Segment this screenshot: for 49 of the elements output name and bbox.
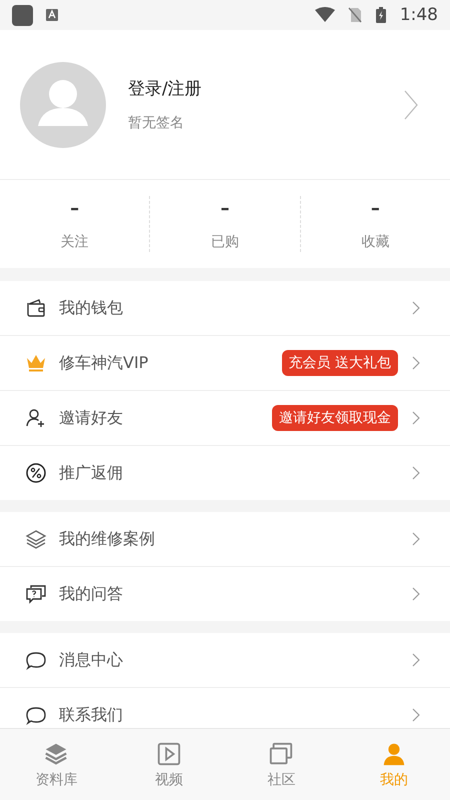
menu-item[interactable]: 我的问答 — [0, 567, 450, 621]
chevron-icon — [412, 587, 420, 601]
chevron-icon — [412, 356, 420, 370]
promo-badge[interactable]: 充会员 送大礼包 — [282, 350, 398, 376]
stat-value: – — [220, 198, 230, 218]
chevron-icon — [412, 301, 420, 315]
promo-badge[interactable]: 邀请好友领取现金 — [272, 405, 398, 431]
menu-label: 我的维修案例 — [59, 528, 155, 550]
add-person-icon — [25, 407, 47, 429]
menu-label: 我的钱包 — [59, 298, 123, 318]
wallet-icon — [25, 297, 47, 319]
clock-time: 1:48 — [400, 5, 438, 25]
chevron-icon — [412, 411, 420, 425]
stat-value: – — [70, 198, 80, 218]
stat-label[interactable]: 关注 — [60, 232, 89, 250]
menu-label: 我的问答 — [59, 584, 123, 604]
stat-label[interactable]: 收藏 — [361, 232, 390, 250]
login-register-link[interactable]: 登录/注册 — [128, 77, 404, 100]
stat-label[interactable]: 已购 — [210, 232, 239, 250]
chevron-icon — [412, 708, 420, 722]
menu-item[interactable]: 我的维修案例 — [0, 512, 450, 567]
avatar-icon[interactable] — [20, 62, 106, 148]
menu-label: 消息中心 — [59, 650, 123, 670]
menu-item[interactable]: 推广返佣 — [0, 446, 450, 500]
battery-icon — [374, 7, 388, 23]
chevron-icon — [412, 653, 420, 667]
menu-label: 推广返佣 — [59, 462, 123, 484]
menu-item[interactable]: 消息中心 — [0, 633, 450, 688]
menu-item[interactable]: 邀请好友 邀请好友领取现金 — [0, 391, 450, 446]
chevron-icon — [412, 532, 420, 546]
menu-item[interactable]: 修车神汽VIP 充会员 送大礼包 — [0, 336, 450, 391]
stat-value: – — [370, 198, 380, 218]
chevron-icon — [412, 466, 420, 480]
wifi-icon — [314, 7, 336, 23]
chevron-icon[interactable] — [404, 90, 418, 120]
no-sim-icon — [348, 7, 362, 23]
menu-item[interactable]: 我的钱包 — [0, 281, 450, 336]
menu-label: 邀请好友 — [59, 408, 123, 428]
menu-label: 联系我们 — [59, 704, 123, 726]
percent-icon — [25, 462, 47, 484]
keyboard-icon — [45, 7, 59, 23]
app-icon — [12, 4, 33, 26]
window-icon — [268, 740, 294, 766]
play-icon — [156, 740, 182, 766]
menu-item[interactable]: 联系我们 — [0, 688, 450, 728]
menu-label: 修车神汽VIP — [59, 352, 148, 374]
question-chat-icon — [25, 583, 47, 605]
layers-icon — [25, 528, 47, 550]
signature-text: 暂无签名 — [128, 114, 185, 132]
